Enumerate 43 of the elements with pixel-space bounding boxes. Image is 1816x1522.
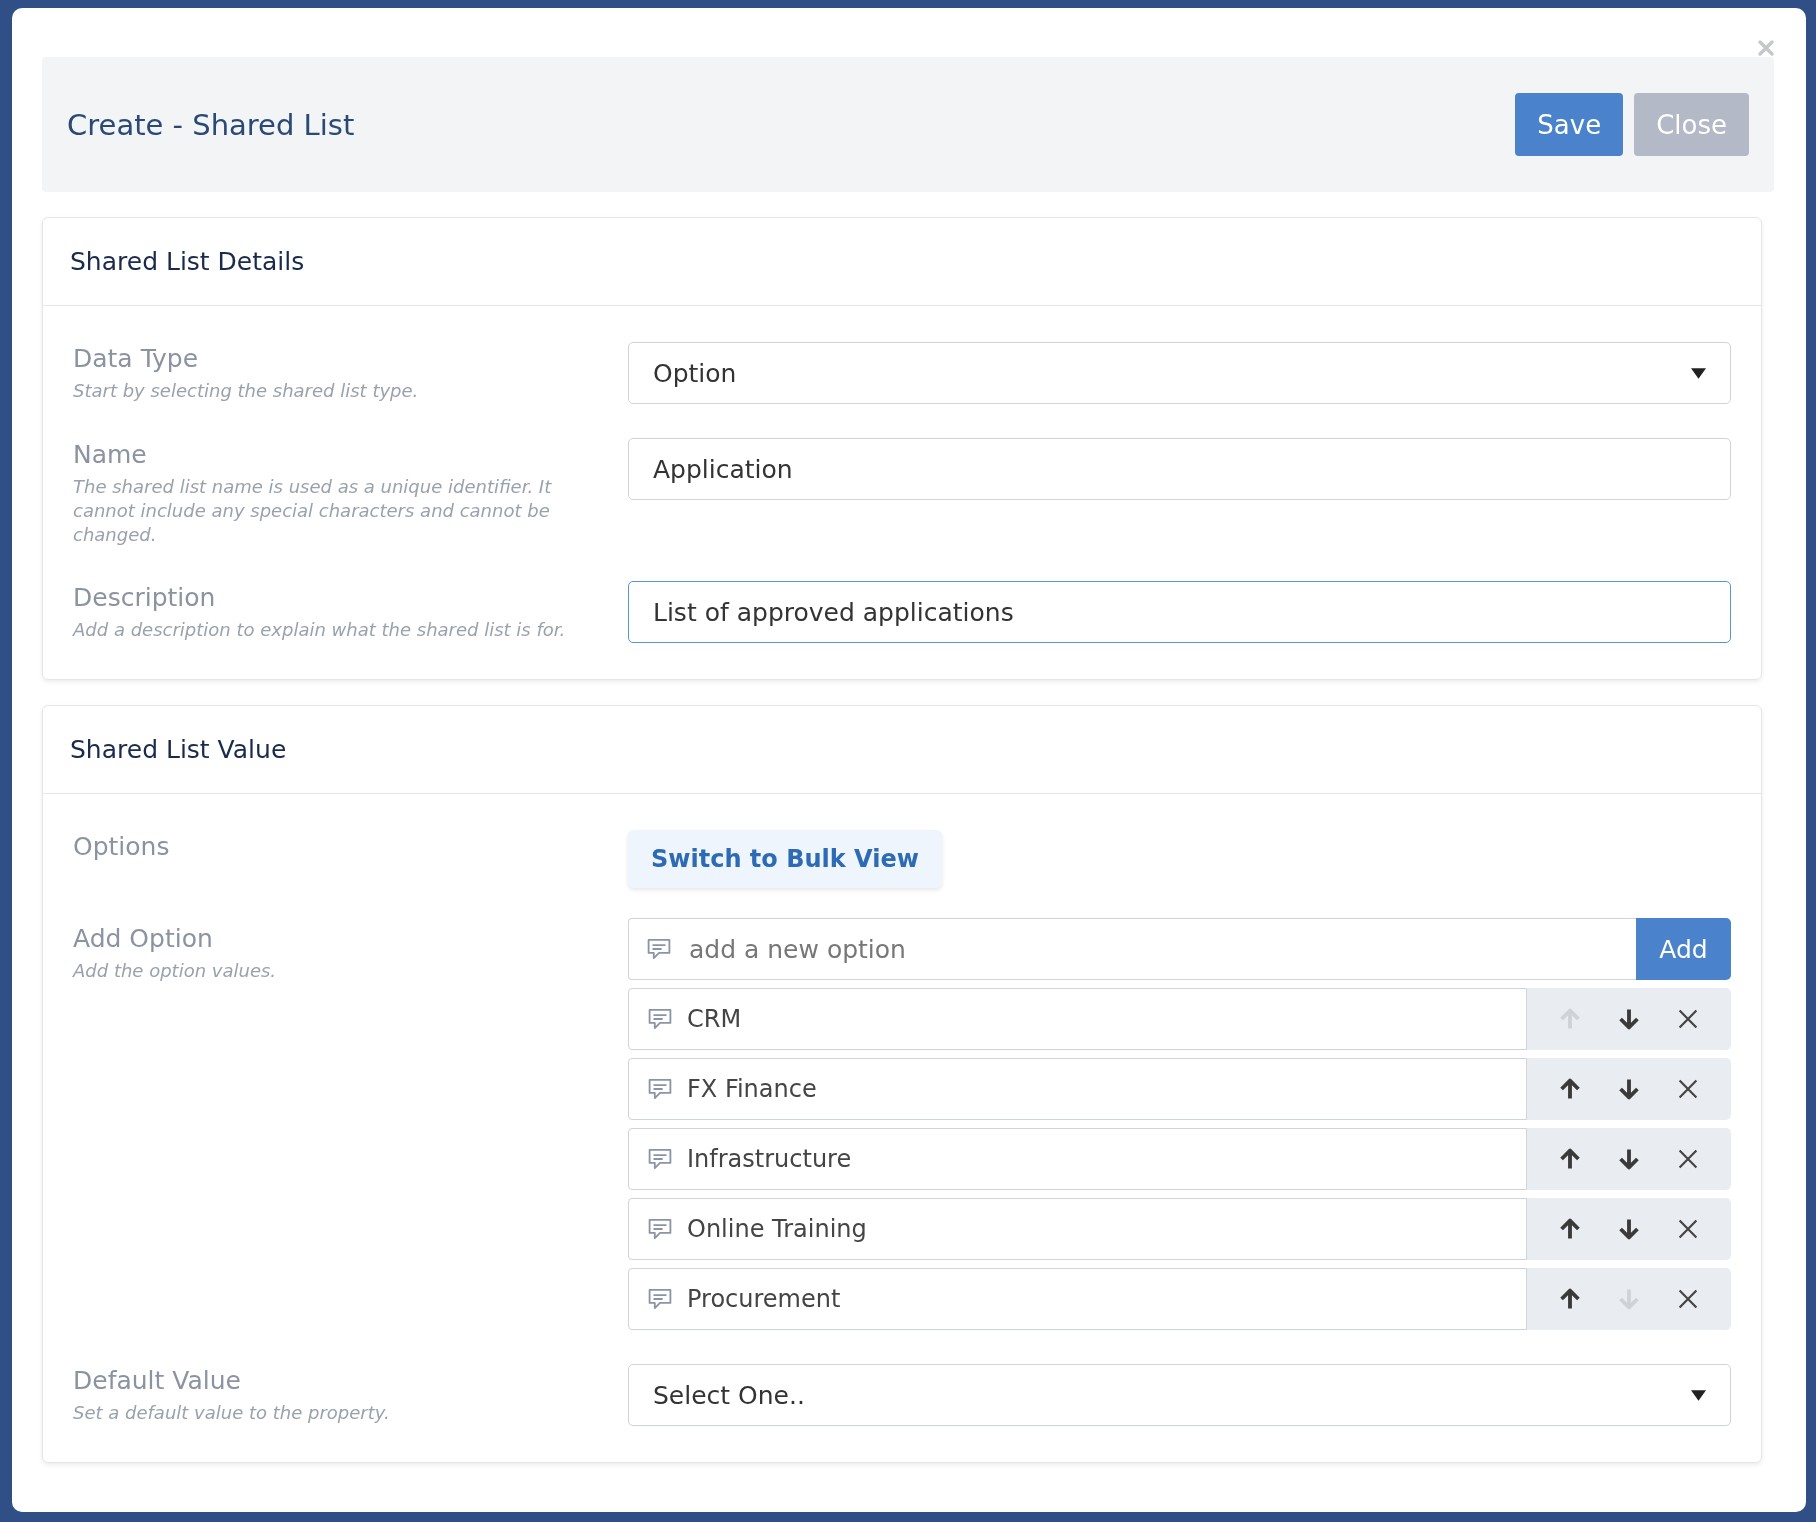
arrow-down-icon[interactable]: [1617, 1147, 1641, 1171]
field-hint: Set a default value to the property.: [73, 1401, 391, 1425]
list-entry-field[interactable]: Infrastructure: [628, 1128, 1527, 1190]
arrow-up-icon[interactable]: [1558, 1077, 1583, 1101]
field-label: Name: [73, 440, 148, 469]
arrow-up-icon[interactable]: [1558, 1287, 1583, 1311]
field-label: Options: [73, 832, 171, 861]
comment-icon: [646, 936, 672, 962]
field-label: Add Option: [73, 924, 214, 953]
select-field[interactable]: Select One..: [628, 1364, 1731, 1426]
field-label: Data Type: [73, 344, 200, 373]
field-hint: Add the option values.: [73, 959, 278, 983]
comment-icon: [647, 1286, 673, 1312]
input-field[interactable]: Application: [628, 438, 1731, 500]
select-field[interactable]: Option: [628, 342, 1731, 404]
add-button[interactable]: Add: [1636, 918, 1731, 980]
arrow-down-icon[interactable]: [1617, 1217, 1641, 1241]
save-button[interactable]: Save: [1515, 93, 1624, 156]
comment-icon: [647, 1146, 673, 1172]
comment-icon: [647, 1076, 673, 1102]
caret-icon: [1691, 1389, 1706, 1401]
comment-icon: [647, 1006, 673, 1032]
input-field[interactable]: List of approved applications: [628, 581, 1731, 643]
arrow-up-icon[interactable]: [1558, 1217, 1583, 1241]
section-title: Shared List Details: [43, 218, 1761, 306]
new-option-input[interactable]: add a new option: [628, 918, 1636, 980]
dialog-title: Create - Shared List: [67, 107, 355, 142]
list-entry-field[interactable]: Online Training: [628, 1198, 1527, 1260]
field-hint: Add a description to explain what the shared list is for.: [73, 618, 567, 642]
arrow-down-icon[interactable]: [1617, 1007, 1641, 1031]
list-entry-field[interactable]: FX Finance: [628, 1058, 1527, 1120]
field-label: Description: [73, 583, 217, 612]
arrow-down-icon[interactable]: [1617, 1077, 1641, 1101]
section-title: Shared List Value: [43, 706, 1761, 794]
field-label: Default Value: [73, 1366, 242, 1395]
caret-icon: [1691, 367, 1706, 379]
list-entry-field[interactable]: Procurement: [628, 1268, 1527, 1330]
arrow-up-icon[interactable]: [1558, 1147, 1583, 1171]
field-hint: Start by selecting the shared list type.: [73, 379, 420, 403]
comment-icon: [647, 1216, 673, 1242]
bulk-view-button[interactable]: Switch to Bulk View: [628, 830, 942, 888]
list-entry-field[interactable]: CRM: [628, 988, 1527, 1050]
field-hint: The shared list name is used as a unique identifier. It cannot include any special characters and cannot be changed.: [73, 475, 553, 547]
